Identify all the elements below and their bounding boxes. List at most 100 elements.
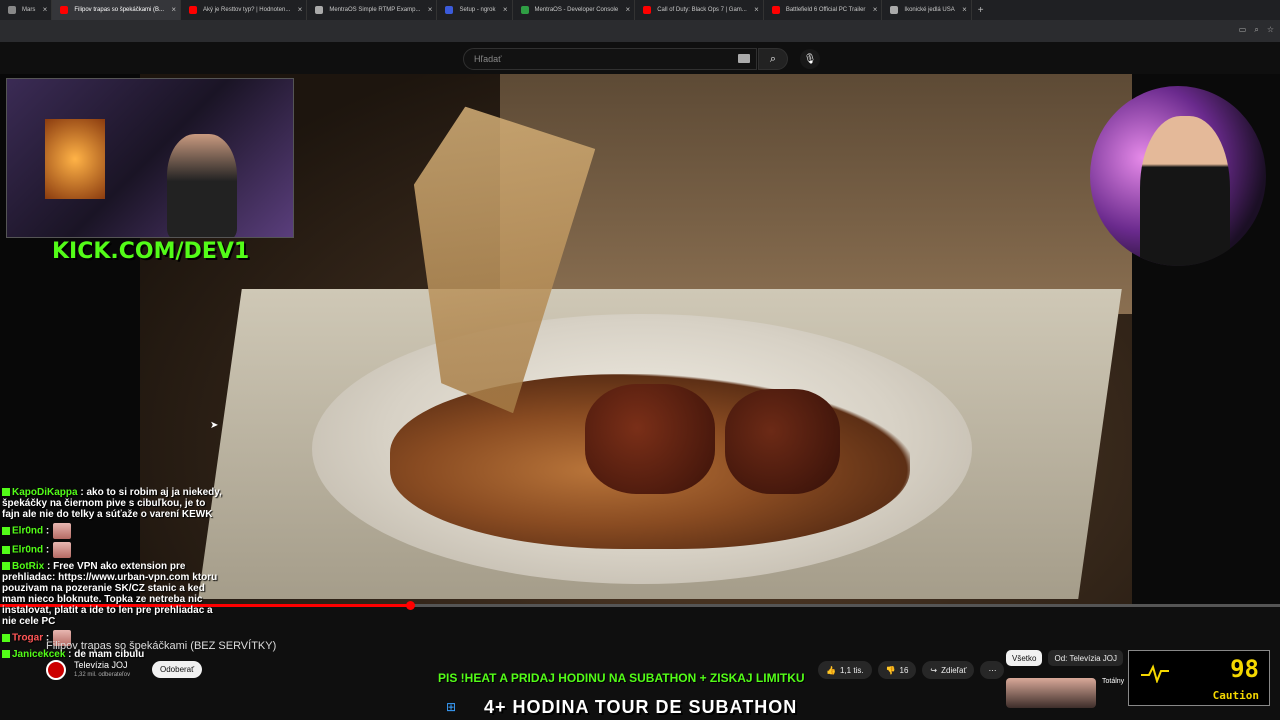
chip-all[interactable]: Všetko — [1006, 650, 1043, 666]
streamer-webcam — [6, 78, 294, 238]
browser-tab[interactable]: Mars × — [0, 0, 53, 20]
search-button[interactable]: ⌕ — [758, 48, 788, 70]
tab-label: Call of Duty: Black Ops 7 | Gam... — [657, 7, 747, 13]
webcam-person-2 — [1140, 116, 1230, 266]
browser-tab[interactable]: Aký je Resttov typ? | Hodnoten... × — [181, 0, 308, 20]
chat-message: Elr0nd : — [2, 542, 222, 558]
chip-channel[interactable]: Od: Televízia JOJ — [1048, 650, 1124, 666]
progress-scrubber[interactable] — [405, 601, 415, 610]
subscribe-button[interactable]: Odoberať — [152, 661, 203, 678]
video-sausage-2 — [725, 389, 840, 494]
tab-close-icon[interactable]: × — [171, 5, 176, 14]
tab-close-icon[interactable]: × — [962, 5, 967, 14]
kick-logo-text: KICK.COM/DEV1 — [52, 239, 250, 264]
chat-username[interactable]: KapoDiKappa — [12, 487, 78, 498]
tab-favicon-icon — [643, 6, 652, 14]
tab-label: Setup - ngrok — [459, 7, 496, 13]
related-thumbnail[interactable] — [1006, 678, 1096, 708]
tab-close-icon[interactable]: × — [754, 5, 759, 14]
tab-close-icon[interactable]: × — [873, 5, 878, 14]
channel-name[interactable]: Televízia JOJ — [74, 660, 128, 670]
voice-search-button[interactable]: 🎙 — [800, 49, 820, 69]
chat-username[interactable]: Elr0nd — [12, 545, 43, 556]
chat-message: BotRix : Free VPN ako extension pre preh… — [2, 561, 222, 627]
chat-username[interactable]: BotRix — [12, 561, 44, 572]
channel-avatar[interactable] — [46, 660, 66, 680]
chat-text: : — [45, 525, 50, 537]
search-icon: ⌕ — [769, 52, 777, 65]
chat-badge-icon — [2, 650, 10, 659]
like-button[interactable]: 👍 1,1 tis. — [818, 661, 872, 679]
caution-value: 98 — [1230, 655, 1259, 683]
share-label: Zdieľať — [941, 665, 967, 675]
thumb-up-icon: 👍 — [826, 665, 836, 675]
browser-tab[interactable]: Ikonické jedlá USA × — [882, 0, 972, 20]
keyboard-icon[interactable] — [738, 54, 750, 63]
tab-favicon-icon — [890, 6, 899, 14]
tab-favicon-icon — [189, 6, 198, 14]
tab-close-icon[interactable]: × — [428, 5, 433, 14]
tab-label: MentraOS - Developer Console — [534, 7, 619, 13]
chat-username[interactable]: Elr0nd — [12, 526, 43, 537]
tab-bar: Mars × Filipov trapas so špekáčkami (B... ×… — [0, 0, 1280, 20]
tab-label: MentraOS Simple RTMP Examp... — [329, 7, 421, 13]
webcam-person — [167, 134, 237, 237]
browser-tab[interactable]: MentraOS Simple RTMP Examp... × — [307, 0, 438, 20]
chat-badge-icon — [2, 562, 10, 571]
tab-favicon-icon — [520, 6, 529, 14]
share-button[interactable]: ↪ Zdieľať — [922, 661, 975, 679]
tab-label: Ikonické jedlá USA — [904, 7, 955, 13]
share-icon: ↪ — [930, 665, 938, 675]
windows-start-icon: ⊞ — [446, 700, 457, 714]
browser-tab[interactable]: Call of Duty: Black Ops 7 | Gam... × — [635, 0, 764, 20]
tab-close-icon[interactable]: × — [298, 5, 303, 14]
tab-favicon-icon — [8, 6, 16, 14]
new-tab-button[interactable]: + — [972, 5, 990, 16]
tab-close-icon[interactable]: × — [503, 5, 508, 14]
subathon-ticker: PIS !HEAT A PRIDAJ HODINU NA SUBATHON + … — [438, 671, 805, 685]
chat-badge-icon — [2, 488, 10, 497]
tab-favicon-icon — [60, 6, 69, 14]
video-background — [500, 74, 1132, 314]
video-sausage-1 — [585, 384, 715, 494]
zoom-icon[interactable]: ⌕ — [1254, 25, 1258, 35]
youtube-header: Hľadať ⌕ 🎙 — [0, 42, 1280, 74]
related-chips: Všetko Od: Televízia JOJ — [1006, 650, 1124, 666]
streamer-webcam-round — [1090, 86, 1266, 266]
webcam-monitor — [45, 119, 105, 199]
browser-tab[interactable]: Filipov trapas so špekáčkami (B... × — [52, 0, 182, 20]
cast-icon[interactable]: ▭ — [1239, 25, 1247, 35]
more-icon: ⋯ — [988, 665, 997, 675]
more-button[interactable]: ⋯ — [980, 661, 1005, 679]
mic-icon: 🎙 — [803, 53, 817, 65]
address-bar[interactable]: ▭ ⌕ ☆ — [0, 20, 1280, 42]
like-count: 1,1 tis. — [839, 665, 864, 675]
tab-favicon-icon — [445, 6, 454, 14]
tab-label: Filipov trapas so špekáčkami (B... — [74, 7, 165, 13]
chat-username[interactable]: Trogar — [12, 633, 43, 644]
tab-label: Battlefield 6 Official PC Trailer — [785, 7, 866, 13]
browser-toolbar-icons: ▭ ⌕ ☆ — [1239, 25, 1274, 35]
star-icon[interactable]: ☆ — [1267, 25, 1274, 35]
chat-badge-icon — [2, 546, 10, 554]
thumb-down-icon: 👎 — [885, 665, 896, 675]
search-input[interactable]: Hľadať — [463, 48, 757, 70]
browser-tab[interactable]: MentraOS - Developer Console × — [513, 0, 636, 20]
chat-emote — [53, 523, 72, 539]
tab-label: Aký je Resttov typ? | Hodnoten... — [203, 7, 291, 13]
video-actions: 👍 1,1 tis. 👎 16 ↪ Zdieľať ⋯ — [818, 661, 1005, 679]
browser-tab[interactable]: Setup - ngrok × — [437, 0, 513, 20]
chat-badge-icon — [2, 634, 10, 642]
dislike-count: 16 — [899, 665, 909, 675]
chat-overlay: KapoDiKappa : ako to si robim aj ja niek… — [2, 487, 222, 663]
dislike-button[interactable]: 👎 16 — [877, 661, 917, 679]
browser-tab[interactable]: Battlefield 6 Official PC Trailer × — [764, 0, 883, 20]
caution-label: Caution — [1212, 689, 1259, 702]
chat-emote — [53, 542, 72, 558]
tab-close-icon[interactable]: × — [626, 5, 631, 14]
chat-text: : — [45, 544, 50, 556]
chat-message: Elr0nd : — [2, 523, 222, 539]
related-title[interactable]: Totálny — [1102, 678, 1124, 685]
tab-close-icon[interactable]: × — [43, 5, 48, 14]
subathon-banner: 4+ HODINA TOUR DE SUBATHON — [484, 697, 798, 717]
